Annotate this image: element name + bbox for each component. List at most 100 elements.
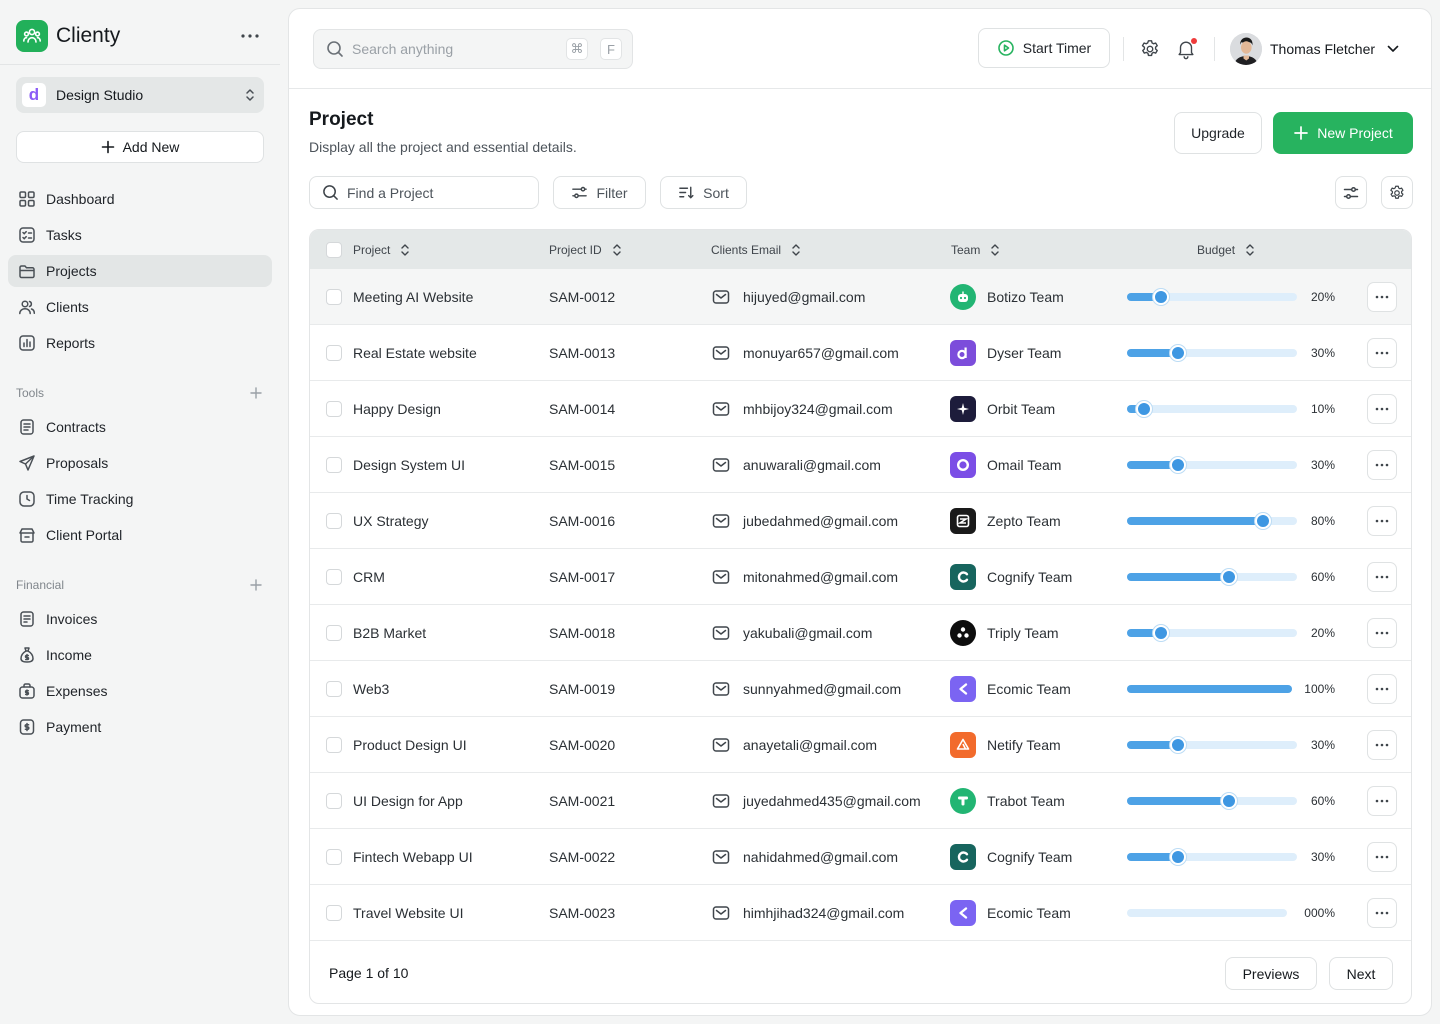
budget-progress-bar[interactable] xyxy=(1127,909,1287,917)
table-row[interactable]: Design System UI SAM-0015 anuwarali@gmai… xyxy=(310,437,1411,493)
table-row[interactable]: Travel Website UI SAM-0023 himhjihad324@… xyxy=(310,885,1411,941)
add-new-button[interactable]: Add New xyxy=(16,131,264,163)
nav-item-income[interactable]: Income xyxy=(8,639,272,671)
row-checkbox[interactable] xyxy=(326,737,342,753)
table-settings-icon[interactable] xyxy=(1381,176,1413,209)
row-checkbox[interactable] xyxy=(326,513,342,529)
budget-slider-handle[interactable] xyxy=(1170,457,1186,473)
table-row[interactable]: B2B Market SAM-0018 yakubali@gmail.com T… xyxy=(310,605,1411,661)
table-row[interactable]: CRM SAM-0017 mitonahmed@gmail.com Cognif… xyxy=(310,549,1411,605)
nav-item-dashboard[interactable]: Dashboard xyxy=(8,183,272,215)
team-cell[interactable]: Netify Team xyxy=(950,717,1061,773)
budget-slider-handle[interactable] xyxy=(1170,849,1186,865)
row-more-options-icon[interactable] xyxy=(1367,786,1397,816)
budget-progress-bar[interactable] xyxy=(1127,289,1297,305)
client-email-cell[interactable]: juyedahmed435@gmail.com xyxy=(711,773,921,829)
start-timer-button[interactable]: Start Timer xyxy=(978,28,1110,68)
client-email-cell[interactable]: anuwarali@gmail.com xyxy=(711,437,881,493)
nav-item-projects[interactable]: Projects xyxy=(8,255,272,287)
nav-item-expenses[interactable]: Expenses xyxy=(8,675,272,707)
row-checkbox[interactable] xyxy=(326,849,342,865)
more-options-icon[interactable] xyxy=(236,24,264,48)
nav-item-clients[interactable]: Clients xyxy=(8,291,272,323)
row-checkbox[interactable] xyxy=(326,401,342,417)
budget-progress-bar[interactable] xyxy=(1127,685,1292,693)
global-search[interactable]: ⌘ F xyxy=(313,29,633,69)
filter-button[interactable]: Filter xyxy=(553,176,646,209)
column-settings-icon[interactable] xyxy=(1335,176,1367,209)
table-row[interactable]: Happy Design SAM-0014 mhbijoy324@gmail.c… xyxy=(310,381,1411,437)
client-email-cell[interactable]: monuyar657@gmail.com xyxy=(711,325,899,381)
nav-item-reports[interactable]: Reports xyxy=(8,327,272,359)
row-more-options-icon[interactable] xyxy=(1367,506,1397,536)
settings-icon[interactable] xyxy=(1138,37,1162,61)
budget-progress-bar[interactable] xyxy=(1127,457,1297,473)
row-checkbox[interactable] xyxy=(326,793,342,809)
column-header-project[interactable]: Project xyxy=(353,230,410,269)
column-header-budget[interactable]: Budget xyxy=(1197,230,1255,269)
team-cell[interactable]: Zepto Team xyxy=(950,493,1061,549)
budget-progress-bar[interactable] xyxy=(1127,401,1297,417)
table-row[interactable]: UI Design for App SAM-0021 juyedahmed435… xyxy=(310,773,1411,829)
nav-item-contracts[interactable]: Contracts xyxy=(8,411,272,443)
budget-slider-handle[interactable] xyxy=(1255,513,1271,529)
row-more-options-icon[interactable] xyxy=(1367,618,1397,648)
row-more-options-icon[interactable] xyxy=(1367,842,1397,872)
budget-slider-handle[interactable] xyxy=(1221,793,1237,809)
row-checkbox[interactable] xyxy=(326,625,342,641)
row-more-options-icon[interactable] xyxy=(1367,674,1397,704)
budget-progress-bar[interactable] xyxy=(1127,737,1297,753)
client-email-cell[interactable]: nahidahmed@gmail.com xyxy=(711,829,898,885)
team-cell[interactable]: Cognify Team xyxy=(950,829,1072,885)
nav-item-payment[interactable]: Payment xyxy=(8,711,272,743)
bell-icon[interactable] xyxy=(1174,37,1198,61)
budget-progress-bar[interactable] xyxy=(1127,849,1297,865)
budget-progress-bar[interactable] xyxy=(1127,793,1297,809)
table-row[interactable]: Product Design UI SAM-0020 anayetali@gma… xyxy=(310,717,1411,773)
plus-icon[interactable] xyxy=(248,385,264,401)
upgrade-button[interactable]: Upgrade xyxy=(1174,112,1262,154)
budget-progress-bar[interactable] xyxy=(1127,569,1297,585)
table-row[interactable]: Real Estate website SAM-0013 monuyar657@… xyxy=(310,325,1411,381)
brand[interactable]: Clienty xyxy=(16,20,120,52)
select-all-checkbox[interactable] xyxy=(326,242,342,258)
nav-item-tasks[interactable]: Tasks xyxy=(8,219,272,251)
team-cell[interactable]: Trabot Team xyxy=(950,773,1065,829)
budget-progress-bar[interactable] xyxy=(1127,513,1297,529)
row-checkbox[interactable] xyxy=(326,905,342,921)
table-row[interactable]: Meeting AI Website SAM-0012 hijuyed@gmai… xyxy=(310,269,1411,325)
client-email-cell[interactable]: hijuyed@gmail.com xyxy=(711,269,865,325)
next-page-button[interactable]: Next xyxy=(1329,957,1393,990)
row-more-options-icon[interactable] xyxy=(1367,282,1397,312)
nav-item-time-tracking[interactable]: Time Tracking xyxy=(8,483,272,515)
team-cell[interactable]: Triply Team xyxy=(950,605,1059,661)
sort-button[interactable]: Sort xyxy=(660,176,747,209)
plus-icon[interactable] xyxy=(248,577,264,593)
row-more-options-icon[interactable] xyxy=(1367,394,1397,424)
budget-slider-handle[interactable] xyxy=(1170,345,1186,361)
team-cell[interactable]: Orbit Team xyxy=(950,381,1055,437)
client-email-cell[interactable]: anayetali@gmail.com xyxy=(711,717,877,773)
team-cell[interactable]: Cognify Team xyxy=(950,549,1072,605)
find-project-input[interactable] xyxy=(347,184,527,201)
row-checkbox[interactable] xyxy=(326,345,342,361)
client-email-cell[interactable]: mitonahmed@gmail.com xyxy=(711,549,898,605)
row-checkbox[interactable] xyxy=(326,569,342,585)
table-row[interactable]: Web3 SAM-0019 sunnyahmed@gmail.com Ecomi… xyxy=(310,661,1411,717)
team-cell[interactable]: Botizo Team xyxy=(950,269,1064,325)
previous-page-button[interactable]: Previews xyxy=(1225,957,1317,990)
row-more-options-icon[interactable] xyxy=(1367,338,1397,368)
client-email-cell[interactable]: mhbijoy324@gmail.com xyxy=(711,381,893,437)
client-email-cell[interactable]: jubedahmed@gmail.com xyxy=(711,493,898,549)
row-checkbox[interactable] xyxy=(326,457,342,473)
column-header-team[interactable]: Team xyxy=(951,230,1000,269)
table-row[interactable]: UX Strategy SAM-0016 jubedahmed@gmail.co… xyxy=(310,493,1411,549)
team-cell[interactable]: Dyser Team xyxy=(950,325,1061,381)
user-menu[interactable]: Thomas Fletcher xyxy=(1230,33,1399,65)
budget-slider-handle[interactable] xyxy=(1153,289,1169,305)
budget-slider-handle[interactable] xyxy=(1136,401,1152,417)
row-more-options-icon[interactable] xyxy=(1367,898,1397,928)
nav-item-client-portal[interactable]: Client Portal xyxy=(8,519,272,551)
budget-progress-bar[interactable] xyxy=(1127,345,1297,361)
row-more-options-icon[interactable] xyxy=(1367,730,1397,760)
